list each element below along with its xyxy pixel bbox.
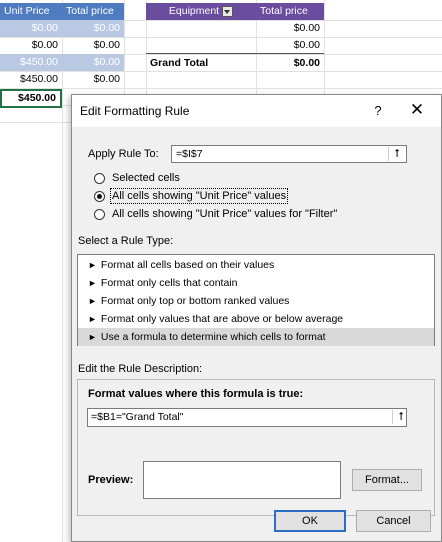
- rule-type-item-selected[interactable]: ► Use a formula to determine which cells …: [78, 328, 434, 346]
- preview-label: Preview:: [88, 474, 134, 486]
- active-cell[interactable]: $450.00: [0, 89, 62, 108]
- cell-total-price-3[interactable]: $0.00: [62, 54, 124, 71]
- arrow-right-icon: ►: [88, 296, 97, 306]
- dialog-title: Edit Formatting Rule: [80, 104, 190, 118]
- radio-all-cells-unit-price[interactable]: [94, 191, 105, 202]
- arrow-right-icon: ►: [88, 314, 97, 324]
- apply-rule-to-label: Apply Rule To:: [88, 148, 159, 160]
- preview-box: [143, 461, 341, 499]
- help-button[interactable]: ?: [369, 102, 387, 120]
- pivot-grand-total-value[interactable]: $0.00: [256, 55, 324, 72]
- apply-rule-to-input[interactable]: =$I$7 ⭡: [171, 145, 407, 163]
- formula-input[interactable]: =$B1="Grand Total": [87, 408, 407, 427]
- rule-type-item[interactable]: ► Format only top or bottom ranked values: [78, 292, 434, 310]
- rule-type-label: Select a Rule Type:: [78, 235, 174, 247]
- formula-value: =$B1="Grand Total": [91, 411, 184, 423]
- rule-type-item-label: Format only top or bottom ranked values: [100, 295, 290, 307]
- format-button[interactable]: Format...: [352, 469, 422, 491]
- pivot-header-total-price[interactable]: Total price: [256, 3, 324, 20]
- rule-type-item-label: Format only values that are above or bel…: [100, 313, 344, 325]
- filter-dropdown-icon[interactable]: [222, 5, 234, 17]
- edit-formatting-rule-dialog: Edit Formatting Rule ? ✕ Apply Rule To: …: [71, 94, 442, 542]
- cell-total-price-4[interactable]: $0.00: [62, 71, 124, 88]
- collapse-range-icon[interactable]: ⭡: [388, 147, 405, 161]
- pivot-total-border: [146, 53, 324, 54]
- header-total-price[interactable]: Total price: [62, 3, 124, 20]
- cell-unit-price-4[interactable]: $450.00: [0, 71, 62, 88]
- header-unit-price[interactable]: Unit Price: [0, 3, 62, 20]
- rule-type-item-label: Format only cells that contain: [100, 277, 238, 289]
- pivot-value-1[interactable]: $0.00: [256, 20, 324, 37]
- ok-button[interactable]: OK: [274, 510, 346, 532]
- cancel-button[interactable]: Cancel: [356, 510, 431, 532]
- pivot-header-equipment[interactable]: Equipment: [146, 3, 256, 20]
- arrow-right-icon: ►: [88, 332, 97, 342]
- rule-type-item[interactable]: ► Format only cells that contain: [78, 274, 434, 292]
- rule-type-item[interactable]: ► Format only values that are above or be…: [78, 310, 434, 328]
- rule-type-item[interactable]: ► Format all cells based on their values: [78, 256, 434, 274]
- pivot-value-2[interactable]: $0.00: [256, 37, 324, 54]
- radio-all-cells-unit-price-label[interactable]: All cells showing "Unit Price" values: [109, 188, 289, 204]
- apply-rule-to-value: =$I$7: [176, 148, 203, 160]
- dialog-titlebar[interactable]: Edit Formatting Rule ? ✕: [72, 95, 441, 127]
- cell-unit-price-1[interactable]: $0.00: [0, 20, 62, 37]
- close-icon[interactable]: ✕: [407, 100, 427, 120]
- pivot-grand-total-label[interactable]: Grand Total: [146, 55, 256, 72]
- rule-description-label: Edit the Rule Description:: [78, 363, 203, 375]
- radio-selected-cells-label[interactable]: Selected cells: [112, 172, 180, 184]
- cell-unit-price-3[interactable]: $450.00: [0, 54, 62, 71]
- cell-total-price-2[interactable]: $0.00: [62, 37, 124, 54]
- radio-selected-cells[interactable]: [94, 173, 105, 184]
- rule-type-item-label: Format all cells based on their values: [100, 259, 275, 271]
- rule-type-list[interactable]: ► Format all cells based on their values …: [77, 254, 435, 346]
- cell-unit-price-2[interactable]: $0.00: [0, 37, 62, 54]
- cell-total-price-1[interactable]: $0.00: [62, 20, 124, 37]
- arrow-right-icon: ►: [88, 278, 97, 288]
- radio-all-cells-unit-price-filter[interactable]: [94, 209, 105, 220]
- formula-label: Format values where this formula is true…: [88, 388, 304, 400]
- collapse-formula-icon[interactable]: ⭡: [392, 410, 409, 424]
- gridline: [0, 88, 442, 89]
- rule-type-item-label: Use a formula to determine which cells t…: [100, 331, 326, 343]
- radio-all-cells-unit-price-filter-label[interactable]: All cells showing "Unit Price" values fo…: [112, 208, 337, 220]
- pivot-header-equipment-label: Equipment: [168, 5, 220, 17]
- arrow-right-icon: ►: [88, 260, 97, 270]
